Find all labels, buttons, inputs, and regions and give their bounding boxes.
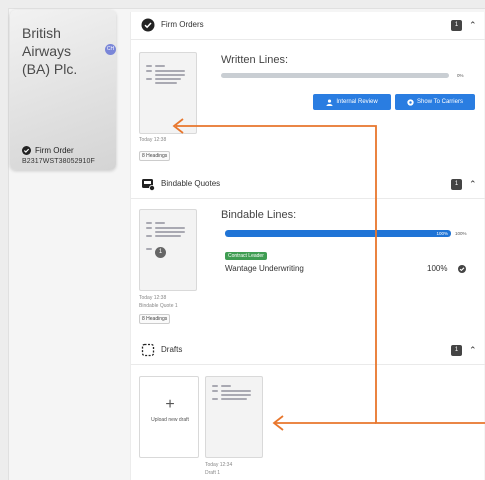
firm-order-status: Firm Order xyxy=(22,146,74,155)
written-lines-percent: 0% xyxy=(457,73,464,78)
internal-review-label: Internal Review xyxy=(336,99,378,105)
bindable-quotes-count: 1 xyxy=(451,179,462,190)
user-icon xyxy=(326,99,333,106)
firm-order-label: Firm Order xyxy=(35,146,74,155)
draft-doc-date: Today 12:34 xyxy=(205,462,233,468)
drafts-count: 1 xyxy=(451,345,462,356)
dashed-square-icon xyxy=(141,343,155,357)
bindable-lines-progress: 100% xyxy=(225,230,451,237)
draft-doc-name: Draft 1 xyxy=(205,470,221,476)
bindable-quote-doc-date: Today 12:38 xyxy=(139,295,167,301)
bindable-lines-progress-fill: 100% xyxy=(225,230,451,237)
bindable-lines-inner-percent: 100% xyxy=(436,231,448,236)
bindable-quotes-title: Bindable Quotes xyxy=(161,179,221,188)
chevron-up-icon[interactable]: ⌃ xyxy=(469,345,477,356)
firm-orders-title: Firm Orders xyxy=(161,20,204,29)
drafts-header[interactable]: Drafts 1 ⌃ xyxy=(131,337,485,365)
show-to-carriers-label: Show To Carriers xyxy=(417,99,463,105)
check-circle-icon xyxy=(22,146,31,155)
written-lines-progress xyxy=(221,73,449,78)
bindable-lines-title: Bindable Lines: xyxy=(221,209,297,221)
firm-order-document[interactable] xyxy=(139,52,197,134)
car-document-icon xyxy=(142,179,155,191)
written-lines-title: Written Lines: xyxy=(221,54,289,66)
contract-leader-chip: Contract Leader xyxy=(225,252,267,260)
firm-orders-count: 1 xyxy=(451,20,462,31)
bindable-lines-percent: 100% xyxy=(455,231,467,236)
internal-review-button[interactable]: Internal Review xyxy=(313,94,391,110)
underwriter-percent: 100% xyxy=(427,264,448,273)
chevron-up-icon[interactable]: ⌃ xyxy=(469,20,477,31)
eye-icon xyxy=(407,98,414,106)
documents-panel: Firm Orders 1 ⌃ Today 12:38 8 Headings W… xyxy=(130,12,485,480)
underwriter-name: Wantage Underwriting xyxy=(225,264,304,273)
bindable-quote-doc-name: Bindable Quote 1 xyxy=(139,303,178,309)
firm-order-doc-date: Today 12:38 xyxy=(139,137,167,143)
show-to-carriers-button[interactable]: Show To Carriers xyxy=(395,94,475,110)
upload-new-draft-label: Upload new draft xyxy=(151,417,189,423)
bindable-quote-document[interactable]: 1 xyxy=(139,209,197,291)
upload-new-draft-button[interactable]: + Upload new draft xyxy=(139,376,199,458)
client-name: British Airways (BA) Plc. xyxy=(22,25,78,77)
draft-document[interactable] xyxy=(205,376,263,458)
client-initials-badge: CH xyxy=(105,44,116,55)
bindable-quote-doc-headings[interactable]: 8 Headings xyxy=(139,314,171,324)
firm-order-doc-headings[interactable]: 8 Headings xyxy=(139,151,171,161)
bindable-quotes-header[interactable]: Bindable Quotes 1 ⌃ xyxy=(131,171,485,199)
badge-check-icon xyxy=(141,18,155,32)
plus-icon: + xyxy=(165,396,175,413)
firm-orders-header[interactable]: Firm Orders 1 ⌃ xyxy=(131,12,485,40)
order-reference: B2317WST38052910F xyxy=(22,158,95,165)
client-card[interactable]: British Airways (BA) Plc. CH Firm Order … xyxy=(10,10,116,170)
doc-version-badge: 1 xyxy=(155,247,166,258)
drafts-title: Drafts xyxy=(161,345,183,354)
check-circle-icon xyxy=(458,265,466,273)
chevron-up-icon[interactable]: ⌃ xyxy=(469,179,477,190)
